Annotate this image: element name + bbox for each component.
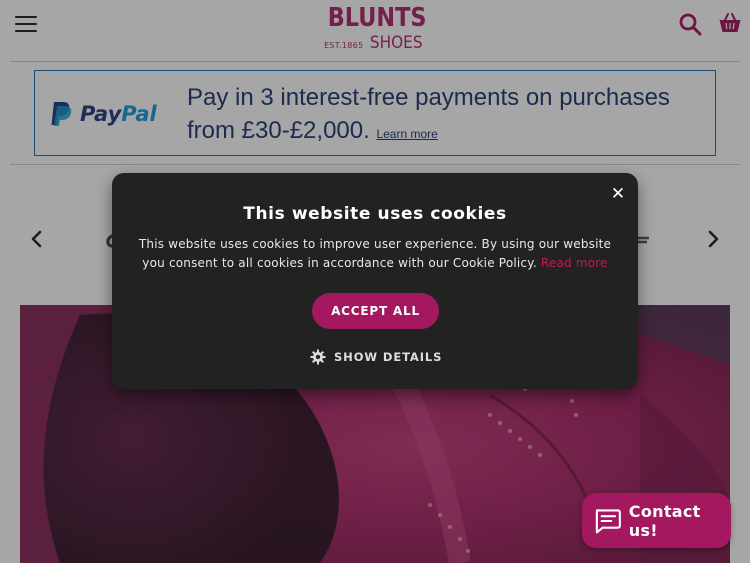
- cookie-title: This website uses cookies: [243, 204, 507, 224]
- accept-all-button[interactable]: ACCEPT ALL: [312, 293, 439, 329]
- cookie-message: This website uses cookies to improve use…: [130, 235, 620, 273]
- cookie-read-more-link[interactable]: Read more: [541, 256, 608, 270]
- cookie-dialog: ✕ This website uses cookies This website…: [112, 173, 638, 389]
- chat-icon: [595, 508, 621, 534]
- show-details-button[interactable]: SHOW DETAILS: [310, 348, 442, 366]
- contact-us-button[interactable]: Contact us!: [582, 493, 731, 548]
- show-details-label: SHOW DETAILS: [334, 350, 443, 364]
- gear-icon: [310, 349, 326, 365]
- close-icon[interactable]: ✕: [609, 185, 627, 203]
- contact-us-label: Contact us!: [628, 501, 701, 540]
